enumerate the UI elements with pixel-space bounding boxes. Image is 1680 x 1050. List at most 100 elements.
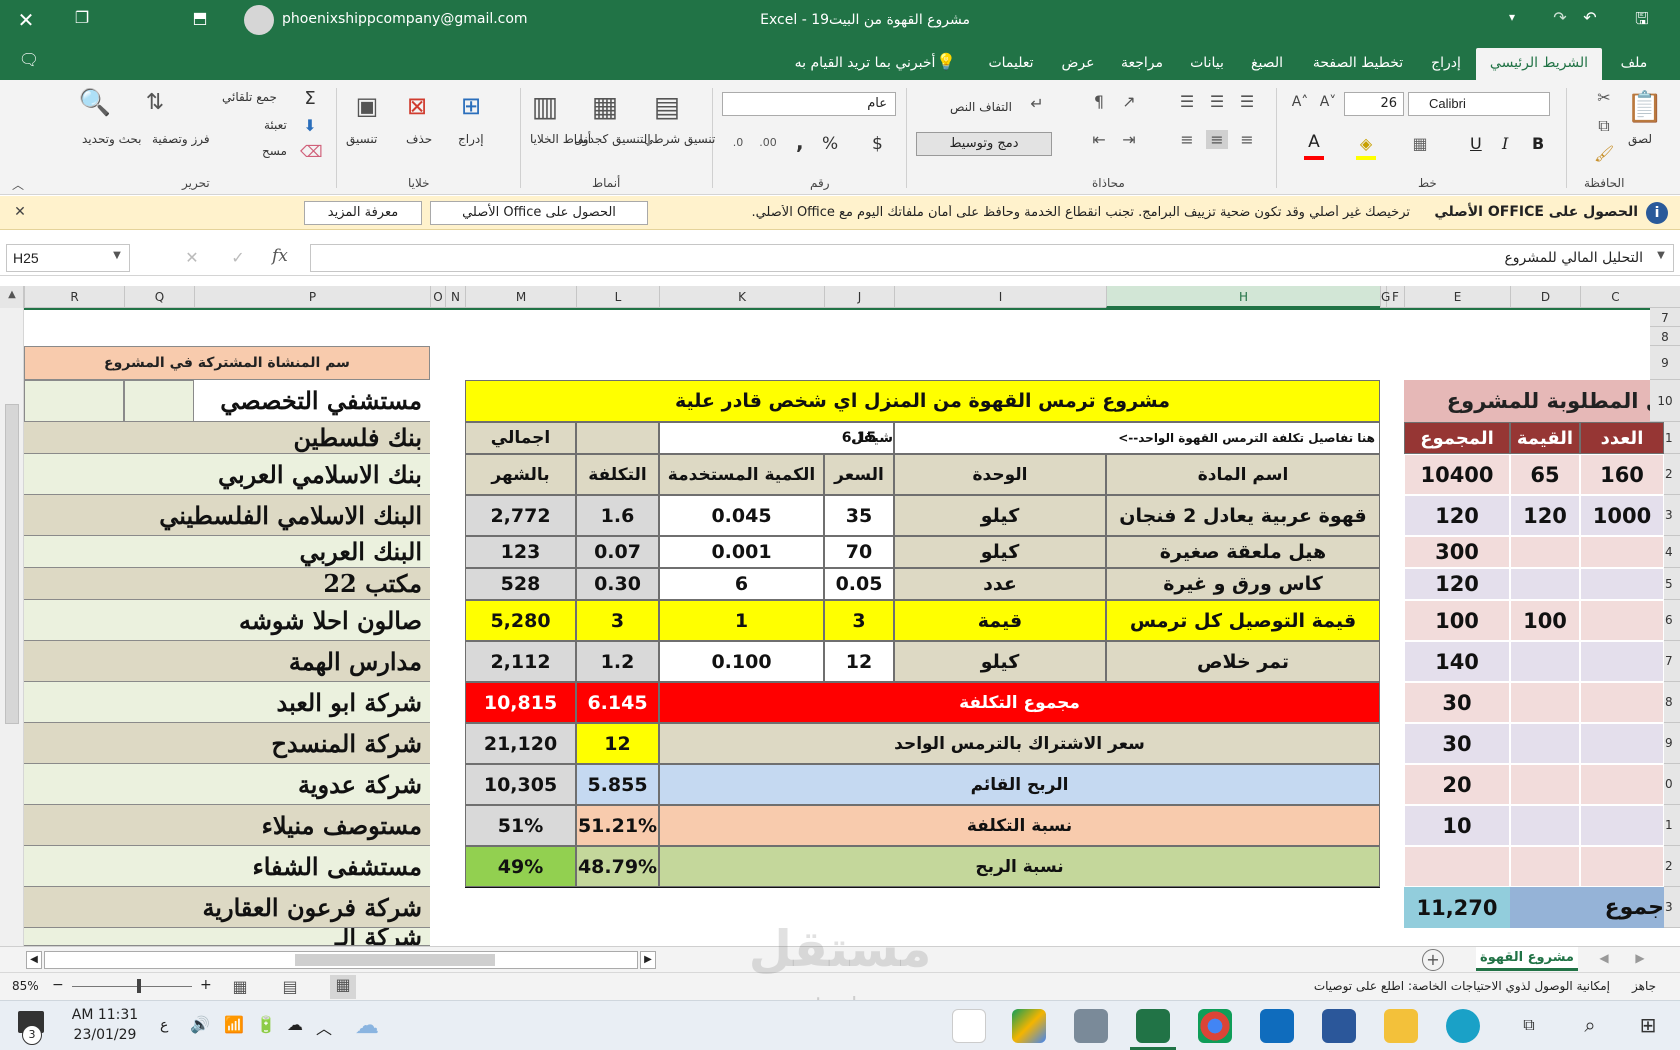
col-header-Q[interactable]: Q: [124, 286, 194, 308]
number-format-select[interactable]: عام: [722, 92, 896, 116]
store-icon[interactable]: [1322, 1009, 1356, 1043]
wrap-text-icon[interactable]: ↵: [1028, 94, 1046, 113]
col-header-D[interactable]: D: [1510, 286, 1580, 308]
tab-view[interactable]: عرض: [1052, 48, 1104, 80]
font-size-select[interactable]: 26: [1344, 92, 1404, 116]
volume-icon[interactable]: 🔊: [190, 1015, 210, 1034]
weather-icon[interactable]: ☁: [350, 1011, 384, 1039]
cell-styles-button[interactable]: أنماط الخلايا: [530, 132, 591, 146]
app-icon[interactable]: [952, 1009, 986, 1043]
collapse-ribbon-icon[interactable]: ︿: [8, 176, 28, 193]
align-right-icon[interactable]: ≡: [1176, 130, 1198, 149]
search-icon[interactable]: ⌕: [1578, 1013, 1602, 1037]
col-header-G[interactable]: G: [1380, 286, 1390, 308]
tab-page-layout[interactable]: تخطيط الصفحة: [1300, 48, 1416, 80]
close-infobar-icon[interactable]: ✕: [10, 204, 30, 220]
tab-help[interactable]: تعليمات: [976, 48, 1046, 80]
find-icon[interactable]: 🔍: [78, 88, 112, 118]
col-header-M[interactable]: M: [465, 286, 576, 308]
increase-decimal-icon[interactable]: .0: [726, 136, 750, 149]
rtl-icon[interactable]: ¶: [1088, 92, 1110, 111]
normal-view-icon[interactable]: ▦: [330, 975, 356, 999]
col-header-K[interactable]: K: [659, 286, 824, 308]
mail-icon[interactable]: [1260, 1009, 1294, 1043]
prev-sheet-icon[interactable]: ◀: [1594, 951, 1614, 965]
clear-icon[interactable]: ⌫: [300, 142, 323, 161]
window-mode-icon[interactable]: ⬒: [188, 8, 212, 27]
task-view-icon[interactable]: ⧉: [1518, 1015, 1540, 1035]
cut-icon[interactable]: ✂: [1594, 88, 1614, 107]
col-header-C[interactable]: C: [1580, 286, 1650, 308]
zoom-slider-thumb[interactable]: [137, 979, 141, 993]
tab-home[interactable]: الشريط الرئيسي: [1476, 48, 1602, 80]
col-header-E[interactable]: E: [1404, 286, 1510, 308]
delete-cells-button[interactable]: حذف: [406, 132, 432, 146]
find-select-button[interactable]: بحث وتحديد: [82, 132, 142, 146]
page-layout-view-icon[interactable]: ▤: [280, 977, 300, 996]
horizontal-scroll-thumb[interactable]: [295, 954, 495, 966]
wrap-text-button[interactable]: التفاف النص: [950, 100, 1012, 114]
conditional-format-button[interactable]: تنسيق شرطي: [644, 132, 715, 146]
zoom-in-icon[interactable]: +: [200, 977, 212, 993]
calculator-icon[interactable]: [1074, 1009, 1108, 1043]
align-center-icon[interactable]: ≡: [1206, 130, 1228, 149]
delete-cells-icon[interactable]: ⊠: [402, 92, 432, 120]
format-cells-icon[interactable]: ▣: [352, 92, 382, 120]
col-header-J[interactable]: J: [824, 286, 894, 308]
zoom-slider[interactable]: [72, 986, 192, 987]
col-header-I[interactable]: I: [894, 286, 1106, 308]
scroll-left-icon[interactable]: ◀: [26, 951, 42, 969]
confirm-entry-icon[interactable]: ✓: [228, 248, 248, 267]
tab-file[interactable]: ملف: [1608, 48, 1660, 80]
save-icon[interactable]: 🖫: [1630, 8, 1654, 35]
clock-date[interactable]: 23/01/29: [70, 1027, 140, 1043]
align-middle-icon[interactable]: ☰: [1206, 92, 1228, 111]
learn-more-button[interactable]: معرفة المزيد: [304, 201, 422, 225]
align-top-icon[interactable]: ☰: [1176, 92, 1198, 111]
tab-insert[interactable]: إدراج: [1422, 48, 1470, 80]
clear-button[interactable]: مسح: [262, 144, 287, 158]
accessibility-status[interactable]: إمكانية الوصول لذوي الاحتياجات الخاصة: ا…: [1270, 979, 1610, 993]
paste-label[interactable]: لصق: [1628, 132, 1652, 146]
format-cells-button[interactable]: تنسيق: [346, 132, 377, 146]
merge-center-button[interactable]: دمج وتوسيط: [916, 132, 1052, 156]
col-header-R[interactable]: R: [24, 286, 124, 308]
edge-icon[interactable]: [1446, 1009, 1480, 1043]
col-header-P[interactable]: P: [194, 286, 430, 308]
percent-button[interactable]: %: [822, 134, 840, 154]
battery-icon[interactable]: 🔋: [256, 1015, 276, 1034]
increase-font-icon[interactable]: A˄: [1290, 94, 1310, 110]
comma-button[interactable]: ,: [796, 130, 808, 154]
tab-data[interactable]: بيانات: [1180, 48, 1234, 80]
font-color-icon[interactable]: A: [1304, 132, 1324, 152]
currency-button[interactable]: $: [872, 134, 890, 154]
decrease-indent-icon[interactable]: ⇤: [1088, 130, 1110, 149]
align-left-icon[interactable]: ≡: [1236, 130, 1258, 149]
paste-icon[interactable]: 📋: [1626, 90, 1663, 125]
zoom-level[interactable]: 85%: [12, 979, 39, 993]
row-header-9[interactable]: 9: [1650, 346, 1680, 380]
undo-icon[interactable]: ↶: [1578, 8, 1602, 27]
row-header-10[interactable]: 10: [1650, 380, 1680, 422]
avatar[interactable]: [244, 5, 274, 35]
page-break-view-icon[interactable]: ▦: [230, 977, 250, 996]
decrease-decimal-icon[interactable]: .00: [756, 136, 780, 149]
scroll-right-icon[interactable]: ▶: [640, 951, 656, 969]
customize-icon[interactable]: ▾: [1505, 10, 1519, 24]
close-icon[interactable]: ✕: [14, 8, 38, 32]
tray-chevron-icon[interactable]: ︿: [314, 1015, 334, 1039]
col-header-O[interactable]: O: [430, 286, 445, 308]
add-sheet-icon[interactable]: +: [1422, 949, 1444, 971]
format-table-icon[interactable]: ▦: [588, 90, 622, 123]
conditional-format-icon[interactable]: ▤: [650, 90, 684, 123]
borders-icon[interactable]: ▦: [1410, 134, 1430, 153]
bold-button[interactable]: B: [1532, 134, 1548, 153]
horizontal-scrollbar[interactable]: [44, 951, 638, 969]
fill-button[interactable]: تعبئة: [264, 118, 287, 132]
underline-button[interactable]: U: [1470, 134, 1486, 153]
onedrive-icon[interactable]: ☁: [284, 1015, 306, 1034]
col-header-L[interactable]: L: [576, 286, 659, 308]
sort-filter-button[interactable]: فرز وتصفية: [152, 132, 210, 146]
clock-time[interactable]: AM 11:31: [70, 1007, 140, 1023]
start-icon[interactable]: ⊞: [1636, 1013, 1660, 1037]
